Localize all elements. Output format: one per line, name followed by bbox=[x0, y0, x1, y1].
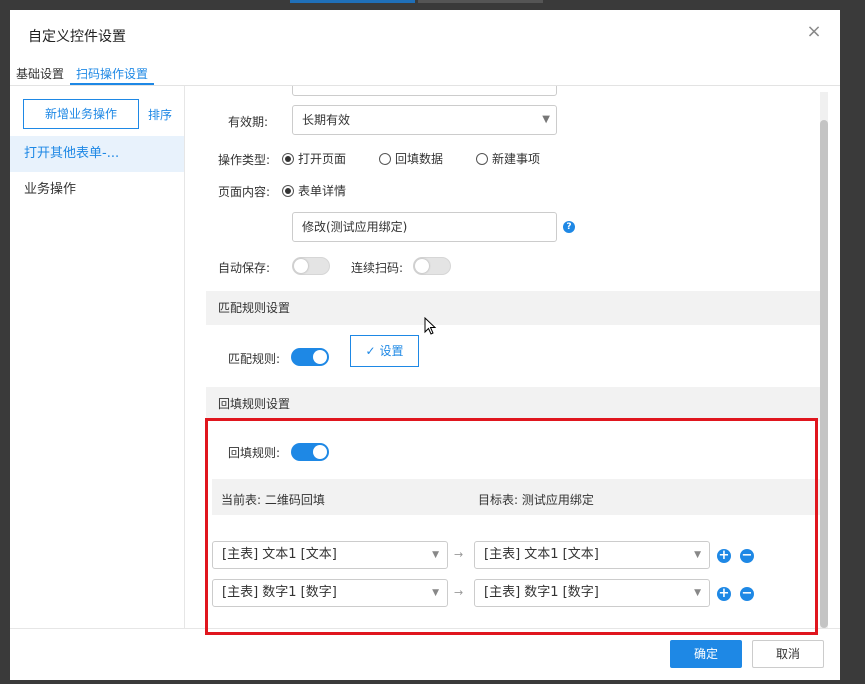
radio-icon bbox=[476, 152, 488, 165]
backfill-rule-section-header: 回填规则设置 bbox=[206, 387, 820, 421]
radio-icon bbox=[379, 152, 391, 165]
settings-button-label: 设置 bbox=[379, 344, 404, 358]
business-operation-sidebar: 新增业务操作 排序 打开其他表单-... 业务操作 bbox=[10, 86, 185, 628]
op-type-label: 操作类型: bbox=[218, 153, 271, 167]
validity-value: 长期有效 bbox=[302, 113, 351, 127]
scrollbar-thumb[interactable] bbox=[820, 120, 828, 628]
radio-selected-icon bbox=[282, 152, 294, 165]
add-business-operation-button[interactable]: 新增业务操作 bbox=[23, 99, 139, 129]
chevron-down-icon: ▼ bbox=[542, 114, 550, 125]
validity-select[interactable]: 长期有效 ▼ bbox=[292, 105, 557, 135]
sidebar-item-open-other-form[interactable]: 打开其他表单-... bbox=[10, 136, 184, 172]
form-select-value: 修改(测试应用绑定) bbox=[302, 220, 408, 234]
auto-save-label: 自动保存: bbox=[218, 261, 271, 275]
tab-basic-settings[interactable]: 基础设置 bbox=[16, 65, 64, 82]
sort-link[interactable]: 排序 bbox=[148, 106, 172, 123]
continuous-scan-toggle[interactable] bbox=[413, 257, 451, 275]
close-icon[interactable]: × bbox=[806, 23, 822, 41]
page-content-label: 页面内容: bbox=[218, 185, 271, 199]
match-rule-settings-button[interactable]: ✓ 设置 bbox=[350, 335, 419, 367]
sidebar-item-business-operation[interactable]: 业务操作 bbox=[10, 172, 184, 208]
help-icon[interactable]: ? bbox=[563, 221, 575, 233]
op-type-open-page-radio[interactable]: 打开页面 bbox=[282, 150, 346, 167]
ok-button[interactable]: 确定 bbox=[670, 640, 742, 668]
active-tab-underline bbox=[70, 83, 154, 85]
radio-selected-icon bbox=[282, 184, 294, 197]
dialog-title: 自定义控件设置 bbox=[28, 29, 126, 45]
cancel-button[interactable]: 取消 bbox=[752, 640, 824, 668]
checkmark-icon: ✓ bbox=[365, 344, 376, 358]
background-tab-indicator-2 bbox=[418, 0, 543, 3]
tab-bar: 基础设置 扫码操作设置 bbox=[10, 57, 840, 86]
match-rule-toggle[interactable] bbox=[291, 348, 329, 366]
mouse-cursor-icon bbox=[424, 317, 437, 335]
auto-save-toggle[interactable] bbox=[292, 257, 330, 275]
background-tab-indicator bbox=[290, 0, 415, 3]
backfill-rule-section-title: 回填规则设置 bbox=[218, 397, 291, 411]
op-type-new-item-radio[interactable]: 新建事项 bbox=[476, 150, 540, 167]
highlight-annotation-box bbox=[205, 418, 818, 635]
continuous-scan-label: 连续扫码: bbox=[351, 261, 404, 275]
op-type-backfill-radio[interactable]: 回填数据 bbox=[379, 150, 443, 167]
match-rule-label: 匹配规则: bbox=[228, 352, 281, 366]
page-content-form-detail-radio[interactable]: 表单详情 bbox=[282, 182, 346, 199]
form-select[interactable]: 修改(测试应用绑定) bbox=[292, 212, 557, 242]
match-rule-section-header: 匹配规则设置 bbox=[206, 291, 820, 325]
tab-scan-settings[interactable]: 扫码操作设置 bbox=[76, 65, 148, 82]
match-rule-section-title: 匹配规则设置 bbox=[218, 301, 291, 315]
validity-label: 有效期: bbox=[228, 115, 269, 129]
previous-field-select[interactable] bbox=[292, 86, 557, 96]
